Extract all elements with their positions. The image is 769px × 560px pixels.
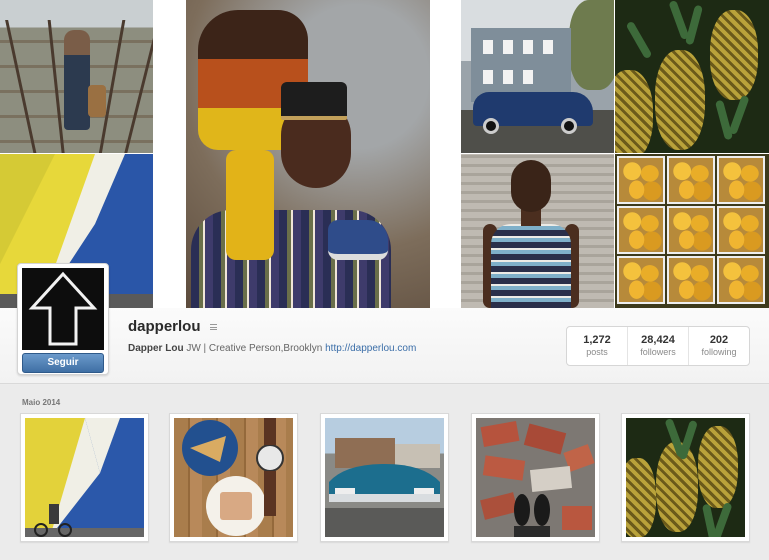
cover-photo-mangoes[interactable]: [615, 154, 769, 308]
feed-photo-pineapples[interactable]: [621, 413, 750, 542]
cover-photo-woman[interactable]: [461, 154, 614, 308]
bio-name: Dapper Lou: [128, 343, 184, 354]
stat-label: following: [701, 347, 737, 357]
stat-label: posts: [586, 347, 608, 357]
feed-photo-bricks[interactable]: [471, 413, 600, 542]
cover-mosaic: [0, 0, 769, 308]
cover-photo-railroad[interactable]: [0, 0, 153, 153]
bio-text: JW | Creative Person,Brooklyn: [183, 343, 326, 354]
photo-feed: Maio 2014: [0, 385, 769, 560]
up-arrow-icon: [28, 271, 98, 346]
photo-image: [325, 418, 444, 537]
cover-photo-pineapples[interactable]: [615, 0, 769, 153]
profile-bio: Dapper Lou JW | Creative Person,Brooklyn…: [128, 343, 416, 354]
photo-image: [25, 418, 144, 537]
avatar[interactable]: [22, 268, 104, 350]
cover-photo-house-car[interactable]: [461, 0, 614, 153]
stat-value: 28,424: [641, 334, 675, 346]
menu-icon[interactable]: [210, 324, 217, 330]
stat-label: followers: [640, 347, 676, 357]
profile-stats: 1,272 posts 28,424 followers 202 followi…: [566, 326, 750, 366]
stat-value: 1,272: [583, 334, 611, 346]
stat-following[interactable]: 202 following: [689, 327, 749, 365]
stat-followers[interactable]: 28,424 followers: [628, 327, 689, 365]
feed-photo-wall[interactable]: [20, 413, 149, 542]
follow-button[interactable]: Seguir: [22, 353, 104, 373]
avatar-card: Seguir: [17, 263, 109, 375]
photo-image: [174, 418, 293, 537]
feed-photo-car[interactable]: [320, 413, 449, 542]
stat-posts[interactable]: 1,272 posts: [567, 327, 628, 365]
month-label: Maio 2014: [22, 398, 61, 407]
photo-image: [476, 418, 595, 537]
bio-link[interactable]: http://dapperlou.com: [325, 343, 416, 354]
stat-value: 202: [709, 334, 729, 346]
profile-username[interactable]: dapperlou: [128, 318, 201, 335]
cover-photo-father-son[interactable]: [186, 0, 430, 308]
feed-photo-coffee[interactable]: [169, 413, 298, 542]
photo-image: [626, 418, 745, 537]
profile-page: Seguir dapperlou Dapper Lou JW | Creativ…: [0, 0, 769, 560]
